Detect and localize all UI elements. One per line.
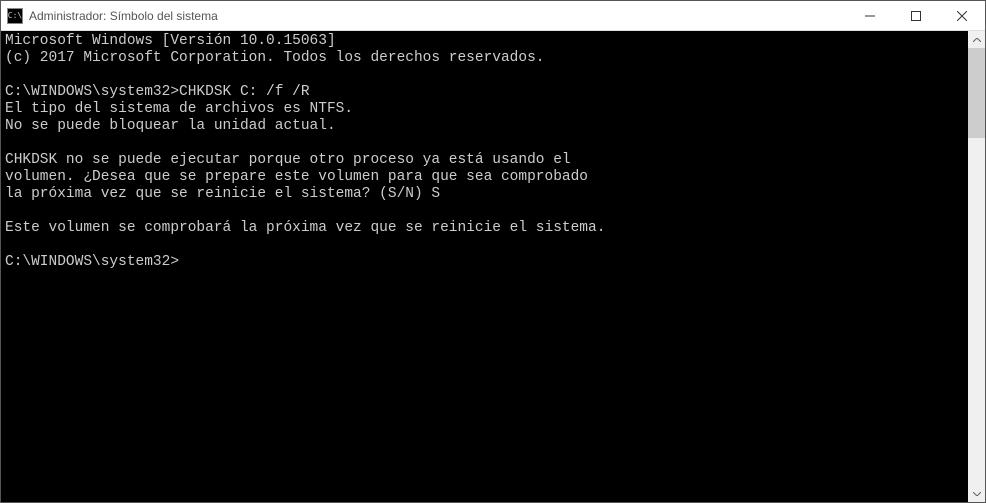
scroll-up-arrow[interactable] — [968, 31, 985, 48]
window-controls — [847, 1, 985, 30]
minimize-icon — [865, 11, 875, 21]
terminal-line: C:\WINDOWS\system32> — [5, 254, 179, 270]
maximize-icon — [911, 11, 921, 21]
command-prompt-window: C:\ Administrador: Símbolo del sistema M… — [0, 0, 986, 503]
vertical-scrollbar[interactable] — [968, 31, 985, 502]
close-icon — [957, 11, 967, 21]
app-icon: C:\ — [7, 8, 23, 24]
content-area: Microsoft Windows [Versión 10.0.15063] (… — [1, 31, 985, 502]
scroll-track[interactable] — [968, 48, 985, 485]
scroll-thumb[interactable] — [968, 48, 985, 138]
terminal-line: CHKDSK no se puede ejecutar porque otro … — [5, 152, 571, 168]
terminal-line: Microsoft Windows [Versión 10.0.15063] — [5, 33, 336, 49]
app-icon-text: C:\ — [8, 11, 22, 20]
terminal-line: El tipo del sistema de archivos es NTFS. — [5, 101, 353, 117]
terminal-line: volumen. ¿Desea que se prepare este volu… — [5, 169, 588, 185]
terminal-line: Este volumen se comprobará la próxima ve… — [5, 220, 605, 236]
terminal-line: No se puede bloquear la unidad actual. — [5, 118, 336, 134]
maximize-button[interactable] — [893, 1, 939, 30]
terminal-line: C:\WINDOWS\system32>CHKDSK C: /f /R — [5, 84, 310, 100]
chevron-down-icon — [973, 492, 981, 496]
terminal-line: (c) 2017 Microsoft Corporation. Todos lo… — [5, 50, 545, 66]
titlebar[interactable]: C:\ Administrador: Símbolo del sistema — [1, 1, 985, 31]
terminal-output[interactable]: Microsoft Windows [Versión 10.0.15063] (… — [1, 31, 968, 502]
chevron-up-icon — [973, 38, 981, 42]
close-button[interactable] — [939, 1, 985, 30]
scroll-down-arrow[interactable] — [968, 485, 985, 502]
window-title: Administrador: Símbolo del sistema — [29, 9, 847, 23]
minimize-button[interactable] — [847, 1, 893, 30]
terminal-line: la próxima vez que se reinicie el sistem… — [5, 186, 440, 202]
